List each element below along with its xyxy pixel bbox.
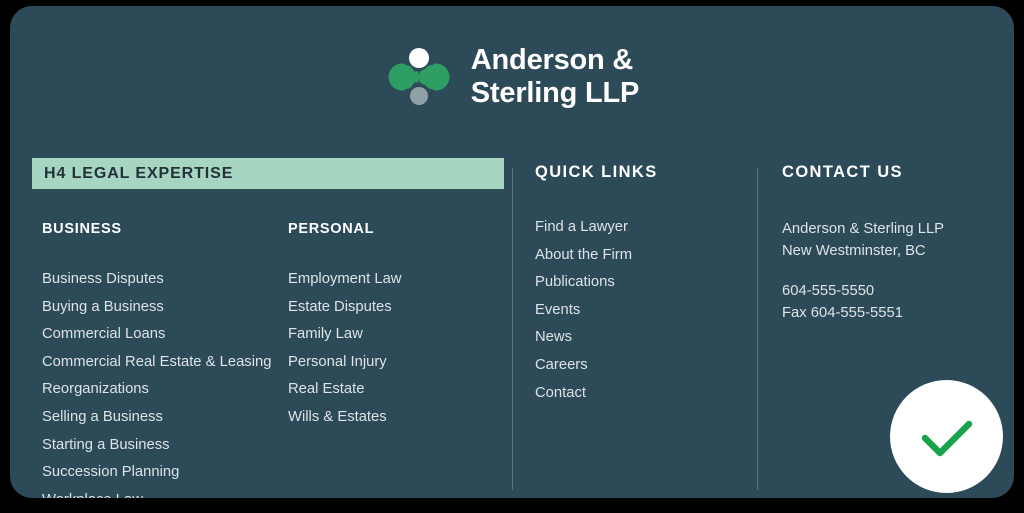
- column-divider-2: [757, 168, 758, 490]
- footer-columns: H4 LEGAL EXPERTISE BUSINESS Business Dis…: [10, 158, 1014, 498]
- legal-expertise-heading-bar: H4 LEGAL EXPERTISE: [32, 158, 504, 189]
- brand-lockup[interactable]: Anderson & Sterling LLP: [10, 44, 1014, 110]
- personal-heading: PERSONAL: [288, 221, 375, 237]
- legal-expertise-section: H4 LEGAL EXPERTISE BUSINESS Business Dis…: [32, 158, 504, 498]
- business-link-list: Business Disputes Buying a Business Comm…: [32, 270, 278, 498]
- list-item[interactable]: Starting a Business: [42, 436, 278, 454]
- quick-link[interactable]: Events: [535, 302, 580, 319]
- expertise-subcolumns: BUSINESS Business Disputes Buying a Busi…: [32, 221, 504, 498]
- personal-link-list: Employment Law Estate Disputes Family La…: [278, 270, 504, 426]
- business-link[interactable]: Commercial Real Estate & Leasing: [42, 354, 271, 371]
- contact-fax: Fax 604-555-5551: [782, 305, 903, 322]
- list-item[interactable]: About the Firm: [535, 246, 745, 264]
- personal-link[interactable]: Family Law: [288, 327, 363, 343]
- business-link[interactable]: Business Disputes: [42, 271, 164, 288]
- list-item[interactable]: Events: [535, 301, 745, 319]
- list-item[interactable]: News: [535, 328, 745, 346]
- expertise-business-column: BUSINESS Business Disputes Buying a Busi…: [32, 221, 278, 498]
- check-icon: [912, 402, 982, 472]
- business-link[interactable]: Selling a Business: [42, 409, 163, 426]
- list-item[interactable]: Employment Law: [288, 270, 504, 288]
- list-item[interactable]: Contact: [535, 384, 745, 402]
- list-item[interactable]: Real Estate: [288, 380, 504, 398]
- contact-heading: CONTACT US: [782, 163, 903, 181]
- contact-address-block: Anderson & Sterling LLP New Westminster,…: [782, 218, 997, 263]
- contact-details: Anderson & Sterling LLP New Westminster,…: [782, 218, 997, 325]
- business-heading: BUSINESS: [42, 221, 122, 237]
- quick-links-heading: QUICK LINKS: [535, 163, 658, 181]
- contact-location: New Westminster, BC: [782, 243, 926, 260]
- quick-link[interactable]: Find a Lawyer: [535, 219, 628, 236]
- logo-mark-icon: [385, 45, 453, 109]
- business-link[interactable]: Workplace Law: [42, 492, 143, 498]
- quick-link[interactable]: Contact: [535, 385, 586, 402]
- personal-link[interactable]: Real Estate: [288, 382, 365, 398]
- column-divider-1: [512, 168, 513, 490]
- contact-section: CONTACT US Anderson & Sterling LLP New W…: [782, 158, 997, 325]
- personal-link[interactable]: Estate Disputes: [288, 299, 392, 316]
- quick-link[interactable]: News: [535, 330, 572, 346]
- personal-link[interactable]: Personal Injury: [288, 354, 387, 371]
- legal-expertise-heading-label: H4 LEGAL EXPERTISE: [44, 164, 234, 182]
- check-circle-badge: [890, 380, 1003, 493]
- business-link[interactable]: Buying a Business: [42, 299, 164, 316]
- contact-phone[interactable]: 604-555-5550: [782, 280, 997, 302]
- screenshot-stage: Anderson & Sterling LLP H4 LEGAL EXPERTI…: [0, 0, 1024, 513]
- list-item[interactable]: Reorganizations: [42, 380, 278, 398]
- list-item[interactable]: Publications: [535, 273, 745, 291]
- contact-firm-name: Anderson & Sterling LLP: [782, 221, 945, 237]
- business-link[interactable]: Reorganizations: [42, 382, 149, 398]
- contact-phone-block: 604-555-5550 Fax 604-555-5551: [782, 280, 997, 325]
- brand-name: Anderson & Sterling LLP: [470, 44, 640, 110]
- list-item[interactable]: Careers: [535, 356, 745, 374]
- personal-link[interactable]: Wills & Estates: [288, 409, 387, 426]
- list-item[interactable]: Selling a Business: [42, 408, 278, 426]
- list-item[interactable]: Succession Planning: [42, 463, 278, 481]
- list-item[interactable]: Estate Disputes: [288, 298, 504, 316]
- list-item[interactable]: Wills & Estates: [288, 408, 504, 426]
- list-item[interactable]: Commercial Real Estate & Leasing: [42, 353, 278, 371]
- list-item[interactable]: Commercial Loans: [42, 325, 278, 343]
- quick-link[interactable]: Publications: [535, 275, 615, 291]
- list-item[interactable]: Personal Injury: [288, 353, 504, 371]
- site-footer-card: Anderson & Sterling LLP H4 LEGAL EXPERTI…: [10, 6, 1014, 498]
- business-link[interactable]: Starting a Business: [42, 437, 170, 454]
- quick-links-section: QUICK LINKS Find a Lawyer About the Firm…: [535, 158, 745, 411]
- list-item[interactable]: Business Disputes: [42, 270, 278, 288]
- quick-links-list: Find a Lawyer About the Firm Publication…: [535, 218, 745, 402]
- list-item[interactable]: Workplace Law: [42, 491, 278, 498]
- list-item[interactable]: Find a Lawyer: [535, 218, 745, 236]
- list-item[interactable]: Buying a Business: [42, 298, 278, 316]
- quick-link[interactable]: About the Firm: [535, 247, 632, 264]
- business-link[interactable]: Commercial Loans: [42, 327, 165, 343]
- personal-link[interactable]: Employment Law: [288, 271, 402, 288]
- quick-link[interactable]: Careers: [535, 357, 588, 374]
- business-link[interactable]: Succession Planning: [42, 465, 179, 481]
- expertise-personal-column: PERSONAL Employment Law Estate Disputes …: [278, 221, 504, 498]
- list-item[interactable]: Family Law: [288, 325, 504, 343]
